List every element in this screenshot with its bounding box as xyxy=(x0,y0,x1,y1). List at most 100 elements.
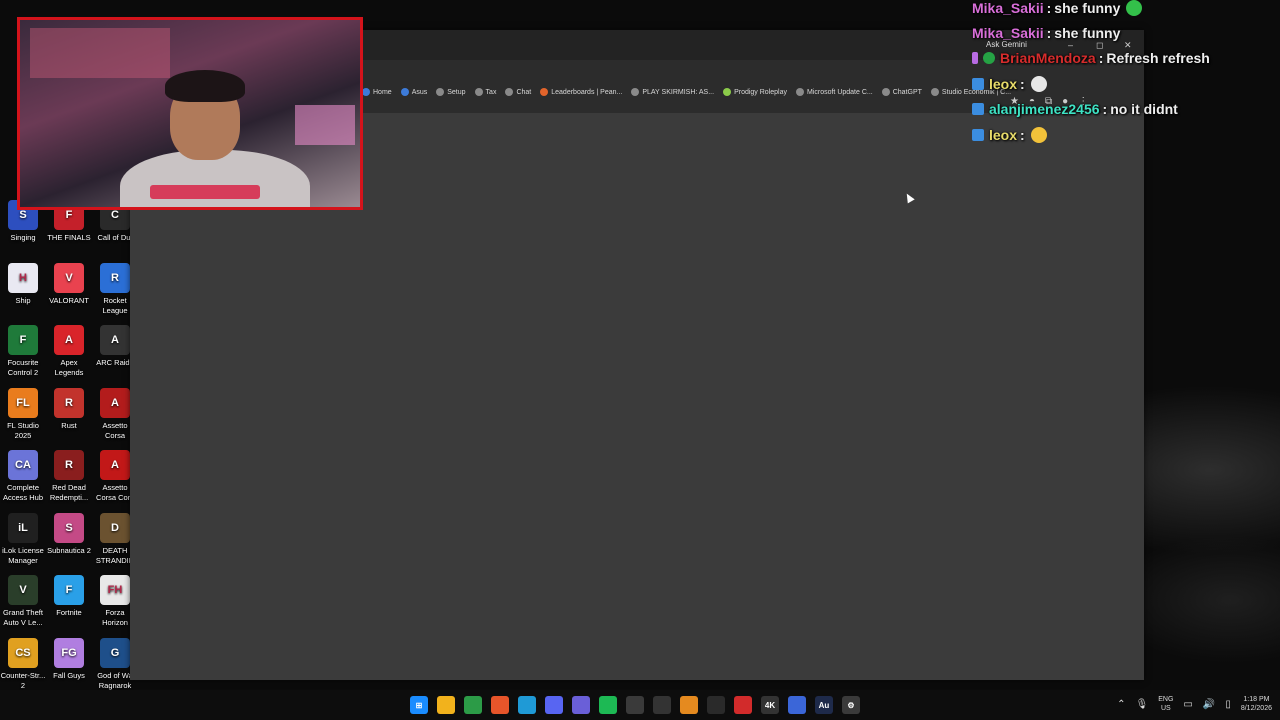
app-tile-icon: FH xyxy=(100,575,130,605)
bookmark-item[interactable]: Leaderboards | Pean... xyxy=(540,88,622,96)
webcam-monitor xyxy=(295,105,355,145)
app-tile-icon: R xyxy=(54,387,84,418)
bookmark-item[interactable]: Tax xyxy=(474,88,497,96)
brave-icon[interactable] xyxy=(491,696,509,714)
bookmark-label: PLAY SKIRMISH: AS... xyxy=(642,88,715,96)
chrome-icon[interactable] xyxy=(464,696,482,714)
edge-icon[interactable] xyxy=(518,696,536,714)
desktop-icon[interactable]: F Fortnite xyxy=(46,575,92,618)
audition-icon[interactable]: Au xyxy=(815,696,833,714)
bookmark-item[interactable]: Asus xyxy=(400,88,428,96)
network-icon[interactable]: ▭ xyxy=(1183,699,1192,710)
desktop-icon[interactable]: R Rust xyxy=(46,387,92,431)
nvidia-icon[interactable] xyxy=(653,696,671,714)
chat-badge-icon xyxy=(983,52,995,64)
app-tile-icon: V xyxy=(8,575,38,605)
battery-icon[interactable]: ▯ xyxy=(1225,699,1231,710)
desktop-icon[interactable]: V Grand Theft Auto V Le... xyxy=(0,575,46,628)
desktop-icon[interactable]: CA Complete Access Hub xyxy=(0,450,46,503)
chat-message: leox: xyxy=(972,76,1047,92)
chevron-up-icon[interactable]: ⌃ xyxy=(1117,699,1125,710)
desktop-icon[interactable]: H Ship xyxy=(0,262,46,306)
desktop-icon-label: THE FINALS xyxy=(47,233,91,242)
desktop-icon-label: Singing xyxy=(10,233,36,242)
chat-username: leox xyxy=(989,127,1018,143)
desktop-icon-label: Fall Guys xyxy=(53,670,85,680)
app-grid-icon[interactable] xyxy=(572,696,590,714)
desktop-icon[interactable]: R Red Dead Redempti... xyxy=(46,450,92,503)
desktop-icon[interactable]: FL FL Studio 2025 xyxy=(0,387,46,441)
desktop-icon[interactable]: iL iLok License Manager xyxy=(0,512,46,566)
obs-icon[interactable] xyxy=(626,696,644,714)
microphone-icon[interactable]: 🎙 xyxy=(1136,699,1149,710)
volume-icon[interactable]: 🔊 xyxy=(1203,699,1215,710)
chat-separator: : xyxy=(1102,101,1108,117)
desktop-icon-label: Complete Access Hub xyxy=(2,483,44,502)
taskbar: ⊞ 4K Au ⚙ ⌃ 🎙 ENG US ▭ 🔊 ▯ 1:18 PM 8/12/202… xyxy=(0,690,1280,720)
bookmark-favicon-icon xyxy=(723,88,732,96)
bookmark-label: Tax xyxy=(485,88,497,96)
capture-icon[interactable] xyxy=(707,696,725,714)
desktop-icon-label: Subnautica 2 xyxy=(47,545,91,555)
minimize-button[interactable]: – xyxy=(1068,40,1073,50)
desktop-icon-label: VALORANT xyxy=(49,295,89,305)
bookmark-favicon-icon xyxy=(436,88,445,96)
app-tile-icon: FG xyxy=(54,637,84,668)
ask-gemini-button[interactable]: Ask Gemini xyxy=(986,40,1027,49)
clock[interactable]: 1:18 PM 8/12/2026 xyxy=(1241,695,1272,713)
folder-icon[interactable] xyxy=(680,696,698,714)
desktop-icon[interactable]: V VALORANT xyxy=(46,262,92,306)
chat-text: no it didnt xyxy=(1110,101,1178,117)
chat-emote-icon xyxy=(1030,127,1047,143)
file-explorer-icon[interactable] xyxy=(437,696,455,714)
bookmark-favicon-icon xyxy=(930,88,939,96)
desktop-icon[interactable]: FG Fall Guys xyxy=(46,637,92,681)
spotify-icon[interactable] xyxy=(599,696,617,714)
bookmark-item[interactable]: Setup xyxy=(436,88,466,96)
app-blue-icon[interactable] xyxy=(788,696,806,714)
webcam-overlay xyxy=(17,17,363,210)
bookmark-item[interactable]: Home xyxy=(362,88,392,96)
bookmark-item[interactable]: ChatGPT xyxy=(881,88,922,96)
webcam-hoodie-print xyxy=(150,185,260,199)
bookmark-item[interactable]: Prodigy Roleplay xyxy=(723,88,787,96)
desktop-icon[interactable]: A Apex Legends xyxy=(46,325,92,378)
bookmark-label: Leaderboards | Pean... xyxy=(551,88,623,96)
app-tile-icon: A xyxy=(54,325,84,355)
language-indicator[interactable]: ENG US xyxy=(1158,695,1173,713)
bookmark-label: Setup xyxy=(447,88,466,96)
bookmark-item[interactable]: Microsoft Update C... xyxy=(795,88,873,96)
discord-icon[interactable] xyxy=(545,696,563,714)
desktop-icon-label: FL Studio 2025 xyxy=(7,420,39,440)
start-icon[interactable]: ⊞ xyxy=(410,696,428,714)
app-tile-icon: A xyxy=(100,450,130,480)
bookmark-label: Asus xyxy=(411,88,428,96)
app-tile-icon: A xyxy=(100,387,130,418)
app-tile-icon: D xyxy=(100,512,130,543)
bookmark-label: Microsoft Update C... xyxy=(806,88,873,96)
app-tile-icon: iL xyxy=(8,512,38,543)
app-tile-icon: F xyxy=(8,325,38,355)
creative-cloud-icon[interactable] xyxy=(734,696,752,714)
4k-icon[interactable]: 4K xyxy=(761,696,779,714)
mouse-cursor-icon xyxy=(903,191,915,204)
desktop-icon-label: Red Dead Redempti... xyxy=(49,483,89,502)
bookmark-favicon-icon xyxy=(881,88,890,96)
chat-badge-icon xyxy=(972,103,984,115)
desktop-icon[interactable]: S Subnautica 2 xyxy=(46,512,92,556)
bookmarks-bar: Home Asus Setup Tax Chat Leaderboards | Pean.… xyxy=(362,88,1011,96)
chat-text: she funny xyxy=(1054,0,1121,16)
bookmark-label: Chat xyxy=(516,88,532,96)
chat-separator: : xyxy=(1020,76,1025,92)
chat-message: BrianMendoza: Refresh refresh xyxy=(972,50,1210,66)
chat-badge-icon xyxy=(972,129,984,141)
chat-username: leox xyxy=(989,76,1018,92)
desktop-icon[interactable]: F Focusrite Control 2 xyxy=(0,325,46,378)
settings-icon[interactable]: ⚙ xyxy=(842,696,860,714)
chat-emote-icon xyxy=(1030,76,1047,92)
desktop-icon[interactable]: CS Counter-Str... 2 xyxy=(0,637,46,691)
bookmark-item[interactable]: PLAY SKIRMISH: AS... xyxy=(631,88,714,96)
app-tile-icon: A xyxy=(100,325,130,355)
app-tile-icon: R xyxy=(100,262,130,293)
bookmark-item[interactable]: Chat xyxy=(505,88,531,96)
